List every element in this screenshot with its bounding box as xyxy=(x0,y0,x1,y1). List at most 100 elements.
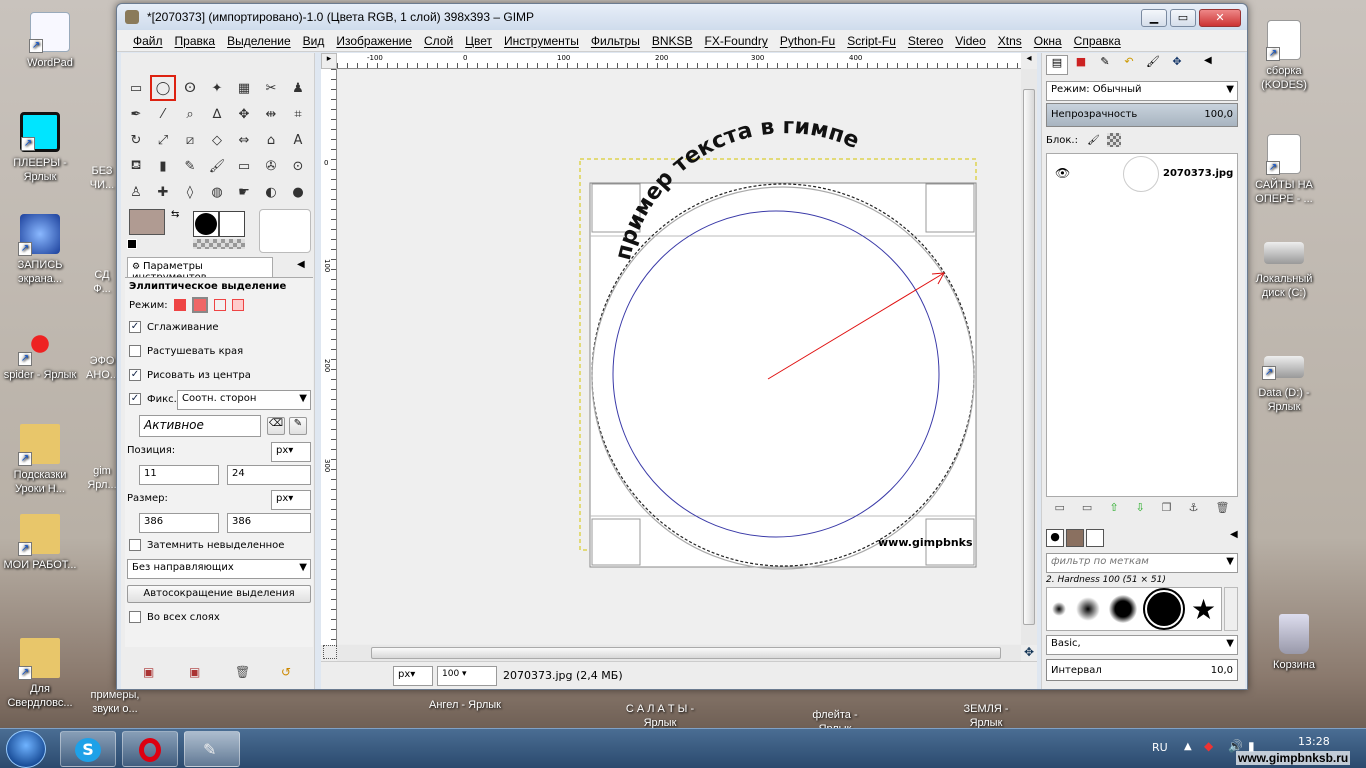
default-colors-icon[interactable] xyxy=(127,239,137,249)
layer-name[interactable]: 2070373.jpg xyxy=(1163,168,1233,179)
brush-soft-large[interactable] xyxy=(1109,595,1138,623)
tray-app-icon[interactable]: ◆ xyxy=(1204,739,1213,753)
desktop-icon-salads[interactable]: С А Л А Т Ы - Ярлык xyxy=(620,702,700,730)
desktop-icon-earth[interactable]: ЗЕМЛЯ - Ярлык xyxy=(946,702,1026,730)
gradients-tab-icon[interactable] xyxy=(1086,529,1104,547)
anchor-layer-icon[interactable]: ⚓ xyxy=(1189,501,1199,521)
darken-row[interactable]: Затемнить невыделенное xyxy=(129,539,284,551)
mode-add-icon[interactable] xyxy=(191,297,208,313)
layer-mode-select[interactable]: Режим: Обычный ▼ xyxy=(1046,81,1238,101)
tab-menu-button[interactable]: ◀ xyxy=(1204,55,1212,77)
vertical-scrollbar[interactable] xyxy=(1021,69,1037,645)
desktop-icon-partial[interactable]: СД Ф... xyxy=(86,268,118,296)
desktop-icon-data-d[interactable]: ↗ Data (D:) - Ярлык xyxy=(1244,346,1324,414)
new-layer-group-icon[interactable]: ▭ xyxy=(1082,501,1092,521)
smudge-tool-icon[interactable]: ☛ xyxy=(233,181,255,203)
cage-tool-icon[interactable]: ⌂ xyxy=(260,129,282,151)
desktop-icon-players[interactable]: ↗ ПЛЕЕРЫ - Ярлык xyxy=(0,112,80,184)
horizontal-scroll-thumb[interactable] xyxy=(371,647,1001,659)
desktop-icon-partial[interactable]: БЕЗ ЧИ... xyxy=(86,164,118,192)
darken-checkbox[interactable] xyxy=(129,539,141,551)
menu-fx-foundry[interactable]: FX-Foundry xyxy=(699,34,774,48)
desktop-icon-partial[interactable]: примеры, звуки о... xyxy=(80,688,150,716)
autoshrink-button[interactable]: Автосокращение выделения xyxy=(127,585,311,603)
tool-options-tab[interactable]: ⚙ Параметры инструментов xyxy=(127,257,273,283)
rect-select-tool-icon[interactable]: ▭ xyxy=(125,77,147,99)
taskbar-skype-button[interactable]: S xyxy=(60,731,116,767)
desktop-icon-partial[interactable]: gim Ярл... xyxy=(86,464,118,492)
ink-tool-icon[interactable]: ⊙ xyxy=(287,155,309,177)
zoom-tool-icon[interactable]: ⌕ xyxy=(179,103,201,125)
scissors-tool-icon[interactable]: ✂ xyxy=(260,77,282,99)
duplicate-layer-icon[interactable]: ❐ xyxy=(1162,501,1172,521)
channels-tab-icon[interactable]: ■ xyxy=(1070,55,1092,75)
tag-filter-input[interactable]: фильтр по меткам ▼ xyxy=(1046,553,1238,573)
size-width-input[interactable]: 386 xyxy=(139,513,219,533)
desktop-icon-recycle-bin[interactable]: Корзина xyxy=(1254,614,1334,672)
brushes-tab-icon[interactable]: ● xyxy=(1046,529,1064,547)
antialias-checkbox[interactable]: ✓ xyxy=(129,321,141,333)
fixed-row[interactable]: ✓ Фикс.: xyxy=(129,393,180,405)
desktop-icon-local-disk[interactable]: Локальный диск (C:) xyxy=(1244,232,1324,300)
heal-tool-icon[interactable]: ✚ xyxy=(152,181,174,203)
fixed-checkbox[interactable]: ✓ xyxy=(129,393,141,405)
menu-bnksb[interactable]: BNKSB xyxy=(646,34,699,48)
reset-options-icon[interactable]: ↺ xyxy=(281,665,291,679)
text-tool-icon[interactable]: A xyxy=(287,129,309,151)
start-button[interactable] xyxy=(6,730,46,768)
perspective-clone-tool-icon[interactable]: ◊ xyxy=(179,181,201,203)
vertical-scroll-thumb[interactable] xyxy=(1023,89,1035,625)
brush-soft-medium[interactable] xyxy=(1075,597,1100,621)
from-center-row[interactable]: ✓ Рисовать из центра xyxy=(129,369,251,381)
desktop-icon-sverdlovsk[interactable]: ↗ Для Свердловс... xyxy=(0,638,80,710)
desktop-icon-spider[interactable]: ↗ spider - Ярлык xyxy=(0,324,80,382)
menu-file[interactable]: Файл xyxy=(127,34,169,48)
menu-view[interactable]: Вид xyxy=(297,34,331,48)
dodge-burn-tool-icon[interactable]: ◐ xyxy=(260,181,282,203)
menu-xtns[interactable]: Xtns xyxy=(992,34,1028,48)
perspective-tool-icon[interactable]: ◇ xyxy=(206,129,228,151)
delete-layer-icon[interactable]: 🗑 xyxy=(1216,501,1230,521)
lock-pixels-icon[interactable]: 🖌 xyxy=(1087,135,1100,146)
position-x-input[interactable]: 11 xyxy=(139,465,219,485)
opacity-slider[interactable]: Непрозрачность 100,0 xyxy=(1046,103,1238,127)
tab-menu-button[interactable]: ◀ xyxy=(1230,529,1238,551)
language-indicator[interactable]: RU xyxy=(1152,741,1168,754)
size-height-input[interactable]: 386 xyxy=(227,513,311,533)
image-canvas-svg[interactable]: пример текста в гимпе www.gimpbnks xyxy=(338,70,1021,644)
all-layers-checkbox[interactable] xyxy=(129,611,141,623)
guides-select[interactable]: Без направляющих ▼ xyxy=(127,559,311,579)
brush-grid[interactable]: ★ xyxy=(1046,587,1222,631)
menu-edit[interactable]: Правка xyxy=(169,34,222,48)
menu-layer[interactable]: Слой xyxy=(418,34,459,48)
blend-tool-icon[interactable]: ▮ xyxy=(152,155,174,177)
menu-colors[interactable]: Цвет xyxy=(459,34,498,48)
size-unit-select[interactable]: px▾ xyxy=(271,490,311,510)
menu-windows[interactable]: Окна xyxy=(1028,34,1068,48)
menu-script-fu[interactable]: Script-Fu xyxy=(841,34,902,48)
delete-options-icon[interactable]: 🗑 xyxy=(235,665,250,679)
navigate-icon[interactable]: ◂ xyxy=(1021,53,1037,69)
color-select-tool-icon[interactable]: ▦ xyxy=(233,77,255,99)
from-center-checkbox[interactable]: ✓ xyxy=(129,369,141,381)
desktop-icon-my-works[interactable]: ↗ МОИ РАБОТ... xyxy=(0,514,80,572)
active-field[interactable]: Активное xyxy=(139,415,261,437)
lower-layer-icon[interactable]: ⇩ xyxy=(1136,501,1145,521)
bucket-fill-tool-icon[interactable]: ⛾ xyxy=(125,155,147,177)
rotate-tool-icon[interactable]: ↻ xyxy=(125,129,147,151)
active-edit-icon[interactable]: ✎ xyxy=(289,417,307,435)
flip-tool-icon[interactable]: ⇔ xyxy=(233,129,255,151)
title-bar[interactable]: *[2070373] (импортировано)-1.0 (Цвета RG… xyxy=(117,4,1247,30)
foreground-select-tool-icon[interactable]: ♟ xyxy=(287,77,309,99)
brush-soft-small[interactable] xyxy=(1051,602,1066,616)
shear-tool-icon[interactable]: ⧄ xyxy=(179,129,201,151)
dodge-tool-icon[interactable]: ● xyxy=(287,181,309,203)
fuzzy-select-tool-icon[interactable]: ✦ xyxy=(206,77,228,99)
menu-select[interactable]: Выделение xyxy=(221,34,297,48)
vertical-ruler[interactable]: 0 100 200 300 xyxy=(321,69,337,645)
layer-row[interactable]: 👁 2070373.jpg xyxy=(1047,154,1237,194)
swap-colors-icon[interactable]: ⇆ xyxy=(171,209,179,220)
menu-python-fu[interactable]: Python-Fu xyxy=(774,34,841,48)
tab-menu-button[interactable]: ◀ xyxy=(297,259,305,270)
active-reset-icon[interactable]: ⌫ xyxy=(267,417,285,435)
